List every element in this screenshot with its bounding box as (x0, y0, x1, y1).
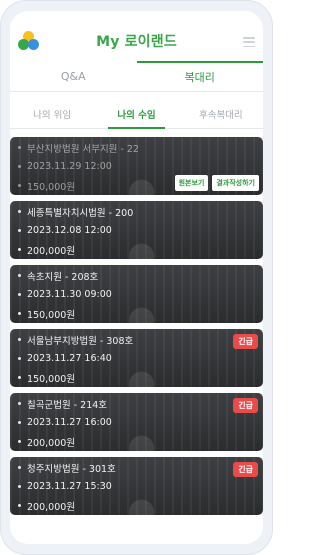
card-row: 2023.11.27 15:30 (10, 477, 263, 496)
datetime-label: 2023.12.08 12:00 (27, 225, 112, 236)
bullet-icon (18, 165, 21, 168)
fee-label: 200,000원 (27, 245, 76, 257)
court-label: 칠곡군법원 - 214호 (27, 399, 108, 411)
court-label: 서울남부지방법원 - 308호 (27, 335, 134, 347)
card-row: 2023.11.27 16:40 (10, 349, 263, 368)
sub-tabs: 나의 위임 나의 수임 후속복대리 (10, 100, 263, 129)
page-title: My 로이랜드 (96, 34, 177, 50)
card-row: 200,000원 (10, 496, 263, 515)
card-row: 200,000원 (10, 432, 263, 451)
case-card[interactable]: 청주지방법원 - 301호 2023.11.27 15:30 200,000원 긴급 (10, 457, 263, 515)
bullet-icon (18, 466, 21, 469)
fee-label: 150,000원 (27, 309, 76, 321)
card-row: 청주지방법원 - 301호 (10, 458, 263, 477)
card-row: 2023.11.27 16:00 (10, 413, 263, 432)
case-list: 부산지방법원 서부지원 - 22 2023.11.29 12:00 150,000원… (10, 129, 263, 515)
app-screen: My 로이랜드 Q&A 복대리 나의 위임 나의 수임 후속복대리 부산지방법원… (10, 11, 263, 544)
card-row: 200,000원 (10, 240, 263, 259)
subtab-my-acceptance[interactable]: 나의 수임 (94, 100, 178, 129)
bullet-icon (18, 184, 21, 187)
bullet-icon (18, 274, 21, 277)
urgent-badge: 긴급 (233, 398, 258, 413)
card-row: 150,000원 (10, 304, 263, 323)
datetime-label: 2023.11.27 16:00 (27, 417, 112, 428)
bullet-icon (18, 229, 21, 232)
bullet-icon (18, 440, 21, 443)
app-header: My 로이랜드 (10, 11, 263, 61)
card-row: 칠곡군법원 - 214호 (10, 394, 263, 413)
write-result-button[interactable]: 결과작성하기 (212, 175, 259, 191)
menu-icon[interactable] (243, 37, 255, 47)
bullet-icon (18, 485, 21, 488)
bullet-icon (18, 376, 21, 379)
urgent-badge: 긴급 (233, 462, 258, 477)
card-row: 2023.11.30 09:00 (10, 285, 263, 304)
datetime-label: 2023.11.30 09:00 (27, 289, 112, 300)
datetime-label: 2023.11.29 12:00 (27, 161, 112, 172)
court-label: 청주지방법원 - 301호 (27, 463, 116, 475)
datetime-label: 2023.11.27 16:40 (27, 353, 112, 364)
card-actions: 원본보기 결과작성하기 (174, 175, 259, 191)
bullet-icon (18, 402, 21, 405)
bullet-icon (18, 248, 21, 251)
court-label: 부산지방법원 서부지원 - 22 (27, 143, 139, 155)
case-card[interactable]: 부산지방법원 서부지원 - 22 2023.11.29 12:00 150,000원… (10, 137, 263, 195)
subtab-follow-up[interactable]: 후속복대리 (179, 100, 263, 128)
card-row: 세종특별자치시법원 - 200 (10, 202, 263, 221)
bullet-icon (18, 210, 21, 213)
court-label: 세종특별자치시법원 - 200 (27, 207, 134, 219)
main-tabs: Q&A 복대리 (10, 61, 263, 92)
card-row: 속초지원 - 208호 (10, 266, 263, 285)
subtab-my-delegation[interactable]: 나의 위임 (10, 100, 94, 128)
bullet-icon (18, 357, 21, 360)
bullet-icon (18, 504, 21, 507)
court-label: 속초지원 - 208호 (27, 271, 99, 283)
case-card[interactable]: 칠곡군법원 - 214호 2023.11.27 16:00 200,000원 긴급 (10, 393, 263, 451)
tab-qna[interactable]: Q&A (10, 61, 137, 91)
fee-label: 150,000원 (27, 373, 76, 385)
case-card[interactable]: 속초지원 - 208호 2023.11.30 09:00 150,000원 (10, 265, 263, 323)
datetime-label: 2023.11.27 15:30 (27, 481, 112, 492)
bullet-icon (18, 293, 21, 296)
app-logo-icon[interactable] (18, 31, 40, 53)
case-card[interactable]: 서울남부지방법원 - 308호 2023.11.27 16:40 150,000원 긴… (10, 329, 263, 387)
bullet-icon (18, 312, 21, 315)
urgent-badge: 긴급 (233, 334, 258, 349)
bullet-icon (18, 421, 21, 424)
card-row: 서울남부지방법원 - 308호 (10, 330, 263, 349)
tab-sub-attorney[interactable]: 복대리 (136, 61, 263, 91)
card-row: 2023.12.08 12:00 (10, 221, 263, 240)
fee-label: 200,000원 (27, 437, 76, 449)
device-frame: My 로이랜드 Q&A 복대리 나의 위임 나의 수임 후속복대리 부산지방법원… (0, 0, 273, 555)
card-row: 150,000원 (10, 368, 263, 387)
view-original-button[interactable]: 원본보기 (174, 175, 209, 191)
case-card[interactable]: 세종특별자치시법원 - 200 2023.12.08 12:00 200,000원 (10, 201, 263, 259)
card-row: 부산지방법원 서부지원 - 22 (10, 138, 263, 157)
bullet-icon (18, 338, 21, 341)
fee-label: 150,000원 (27, 181, 76, 193)
card-row: 2023.11.29 12:00 (10, 157, 263, 176)
fee-label: 200,000원 (27, 501, 76, 513)
bullet-icon (18, 146, 21, 149)
